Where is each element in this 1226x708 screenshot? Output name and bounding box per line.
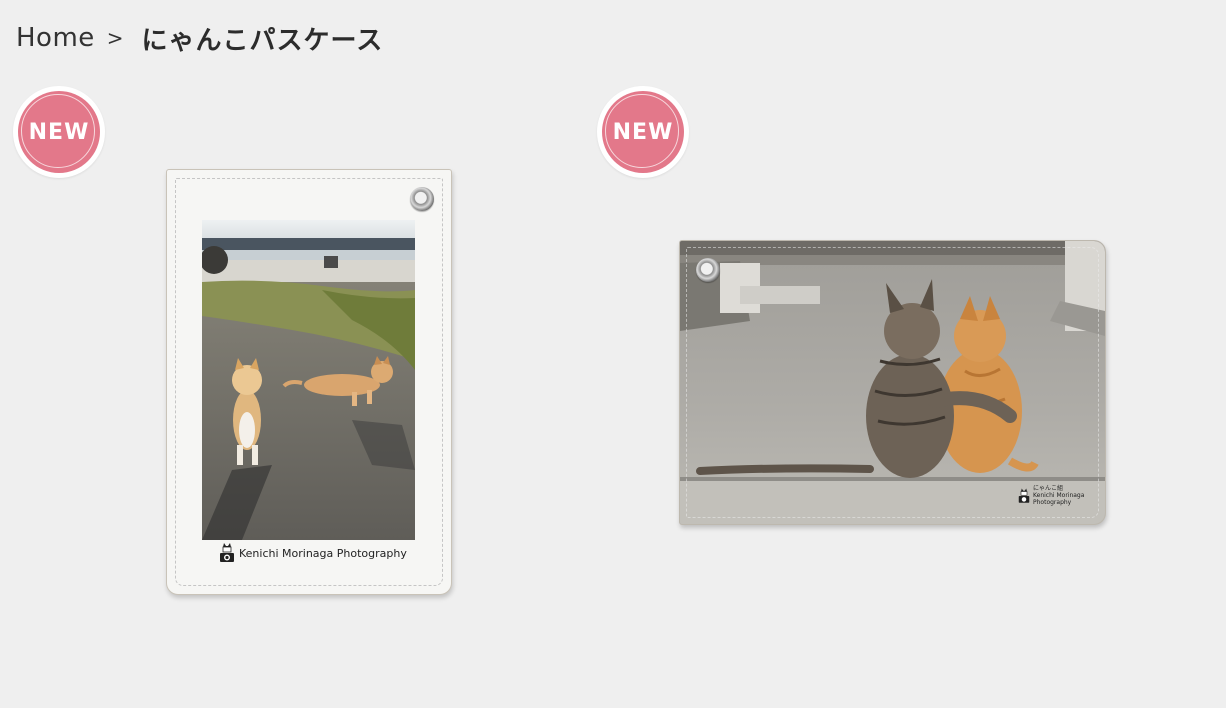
breadcrumb-separator: > <box>106 26 124 50</box>
photographer-credit: にゃんこ組 Kenichi Morinaga Photography <box>1018 485 1084 506</box>
badge-ring <box>21 94 95 168</box>
product-photo-cats-on-ground <box>202 220 415 540</box>
photographer-credit-text: Kenichi Morinaga Photography <box>239 546 407 560</box>
cats-photo-illustration <box>202 220 415 540</box>
cat-camera-icon <box>1018 488 1030 503</box>
credit-line: Photography <box>1033 499 1072 506</box>
credit-line: Kenichi Morinaga <box>1033 492 1085 499</box>
product-card-horizontal-pass-case[interactable]: にゃんこ組 Kenichi Morinaga Photography <box>679 240 1106 525</box>
photographer-credit: Kenichi Morinaga Photography <box>219 542 407 564</box>
page-title: にゃんこパスケース <box>141 25 384 56</box>
new-badge-icon: NEW <box>13 86 105 178</box>
cat-camera-icon <box>220 543 234 562</box>
product-card-vertical-pass-case[interactable]: Kenichi Morinaga Photography <box>166 169 452 595</box>
breadcrumb-home-link[interactable]: Home <box>16 23 95 53</box>
new-badge-icon: NEW <box>597 86 689 178</box>
breadcrumb: Home > にゃんこパスケース <box>16 18 383 58</box>
grommet-icon <box>696 258 720 282</box>
credit-line: にゃんこ組 <box>1033 485 1064 492</box>
grommet-icon <box>410 187 434 211</box>
product-photo-kittens-hugging <box>680 241 1105 524</box>
badge-ring <box>605 94 679 168</box>
photographer-credit-lines: にゃんこ組 Kenichi Morinaga Photography <box>1033 485 1084 506</box>
